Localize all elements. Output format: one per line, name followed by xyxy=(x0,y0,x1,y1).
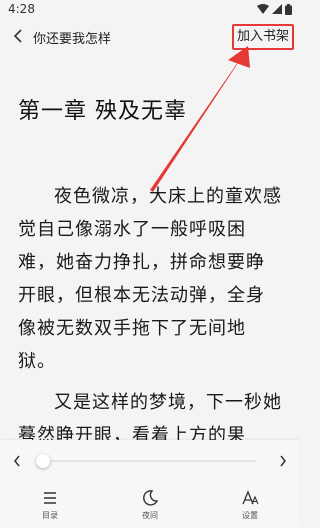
tab-label: 夜间 xyxy=(142,511,158,520)
add-to-shelf-button[interactable]: 加入书架 xyxy=(231,24,294,50)
reader-bottom-panel: 目录 夜间 设置 xyxy=(0,440,300,528)
wifi-icon xyxy=(257,4,269,14)
chevron-left-icon xyxy=(14,455,20,467)
tab-catalog[interactable]: 目录 xyxy=(20,488,80,524)
status-time: 4:28 xyxy=(8,2,35,16)
paragraph: 又是这样的梦境，下一秒她蓦然睁开眼，看着上方的果 xyxy=(18,392,282,440)
previous-chapter-button[interactable] xyxy=(8,451,26,471)
chevron-right-icon xyxy=(280,455,286,467)
status-bar: 4:28 xyxy=(0,0,300,18)
tab-label: 设置 xyxy=(242,511,258,520)
chapter-progress-slider[interactable] xyxy=(36,454,257,468)
chapter-title: 第一章 殃及无辜 xyxy=(18,99,187,124)
signal-icon xyxy=(272,4,282,14)
reader-header: 你还要我怎样 加入书架 xyxy=(0,20,300,52)
book-title: 你还要我怎样 xyxy=(33,32,112,47)
font-settings-icon xyxy=(242,490,259,505)
paragraph: 夜色微凉，大床上的童欢感觉自己像溺水了一般呼吸困难，她奋力挣扎，拼命想要睁开眼，… xyxy=(18,186,282,372)
back-button[interactable] xyxy=(8,26,28,46)
tab-night-mode[interactable]: 夜间 xyxy=(120,488,180,524)
progress-thumb[interactable] xyxy=(36,454,50,468)
tab-label: 目录 xyxy=(42,511,58,520)
tab-settings[interactable]: 设置 xyxy=(220,488,280,524)
battery-icon xyxy=(285,3,292,15)
catalog-icon xyxy=(44,492,56,504)
chapter-content: 夜色微凉，大床上的童欢感觉自己像溺水了一般呼吸困难，她奋力挣扎，拼命想要睁开眼，… xyxy=(0,180,300,440)
next-chapter-button[interactable] xyxy=(274,451,292,471)
status-icons xyxy=(257,3,292,15)
moon-icon xyxy=(143,490,159,506)
chevron-left-icon xyxy=(13,29,22,43)
